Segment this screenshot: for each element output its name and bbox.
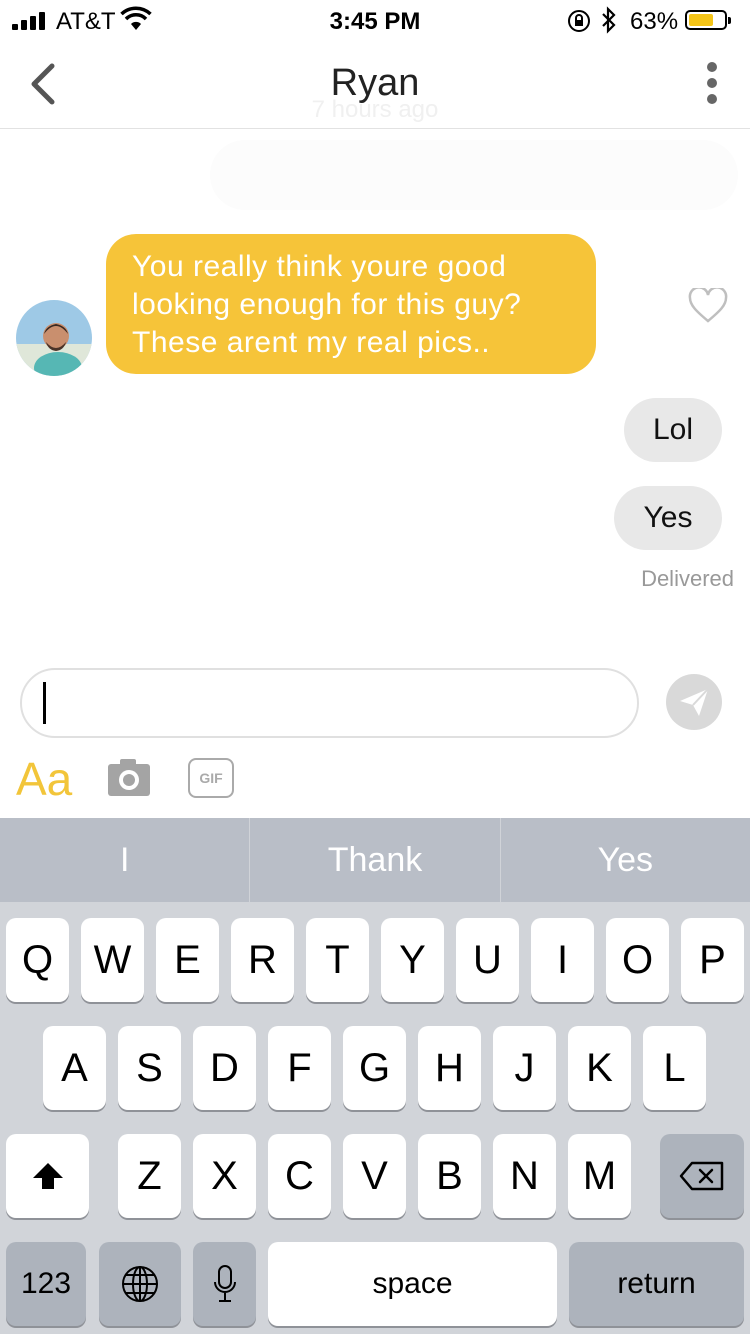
key[interactable]: M: [568, 1134, 631, 1218]
numbers-key[interactable]: 123: [6, 1242, 86, 1326]
key[interactable]: D: [193, 1026, 256, 1110]
key[interactable]: J: [493, 1026, 556, 1110]
shift-key[interactable]: [6, 1134, 89, 1218]
key[interactable]: V: [343, 1134, 406, 1218]
heart-icon[interactable]: [688, 286, 728, 329]
key[interactable]: Y: [381, 918, 444, 1002]
backspace-key[interactable]: [660, 1134, 744, 1218]
key[interactable]: F: [268, 1026, 331, 1110]
microphone-icon: [213, 1265, 236, 1302]
key[interactable]: R: [231, 918, 294, 1002]
suggestion[interactable]: Thank: [250, 818, 501, 902]
text-cursor: [43, 682, 46, 724]
key[interactable]: I: [531, 918, 594, 1002]
key[interactable]: A: [43, 1026, 106, 1110]
last-active: 7 hours ago: [311, 96, 439, 123]
key[interactable]: T: [306, 918, 369, 1002]
font-style-button[interactable]: Aa: [16, 752, 72, 806]
delivery-status: Delivered: [641, 566, 734, 591]
incoming-message[interactable]: You really think youre good looking enou…: [106, 234, 596, 374]
camera-icon[interactable]: [106, 756, 152, 803]
key[interactable]: L: [643, 1026, 706, 1110]
shift-icon: [32, 1163, 63, 1189]
return-key[interactable]: return: [569, 1242, 744, 1326]
space-key[interactable]: space: [268, 1242, 557, 1326]
key[interactable]: K: [568, 1026, 631, 1110]
key[interactable]: C: [268, 1134, 331, 1218]
key[interactable]: Q: [6, 918, 69, 1002]
suggestion-bar: I Thank Yes: [0, 818, 750, 902]
key[interactable]: Z: [118, 1134, 181, 1218]
outgoing-message[interactable]: Yes: [614, 486, 722, 550]
gif-button[interactable]: GIF: [188, 758, 234, 798]
suggestion[interactable]: I: [0, 818, 251, 902]
send-button[interactable]: [666, 674, 722, 730]
outgoing-message[interactable]: Lol: [624, 398, 722, 462]
globe-icon: [122, 1266, 158, 1302]
key[interactable]: B: [418, 1134, 481, 1218]
dictation-key[interactable]: [193, 1242, 256, 1326]
key[interactable]: U: [456, 918, 519, 1002]
globe-key[interactable]: [99, 1242, 181, 1326]
backspace-icon: [679, 1161, 724, 1191]
rotation-lock-icon: [566, 8, 592, 41]
key[interactable]: H: [418, 1026, 481, 1110]
key[interactable]: W: [81, 918, 144, 1002]
battery-percent: 63%: [630, 8, 679, 35]
bluetooth-icon: [600, 6, 618, 41]
key[interactable]: G: [343, 1026, 406, 1110]
more-options-icon[interactable]: [700, 62, 724, 112]
key[interactable]: P: [681, 918, 744, 1002]
key[interactable]: O: [606, 918, 669, 1002]
chat-header: Ryan 7 hours ago: [0, 40, 750, 129]
faded-message-bubble: [210, 140, 738, 210]
suggestion[interactable]: Yes: [501, 818, 750, 902]
avatar[interactable]: [16, 300, 92, 376]
message-input[interactable]: [20, 668, 639, 738]
battery-icon: [685, 10, 731, 30]
key[interactable]: E: [156, 918, 219, 1002]
key[interactable]: X: [193, 1134, 256, 1218]
key[interactable]: N: [493, 1134, 556, 1218]
paper-plane-icon: [680, 688, 709, 716]
key[interactable]: S: [118, 1026, 181, 1110]
status-bar: AT&T 3:45 PM 63%: [0, 0, 750, 40]
